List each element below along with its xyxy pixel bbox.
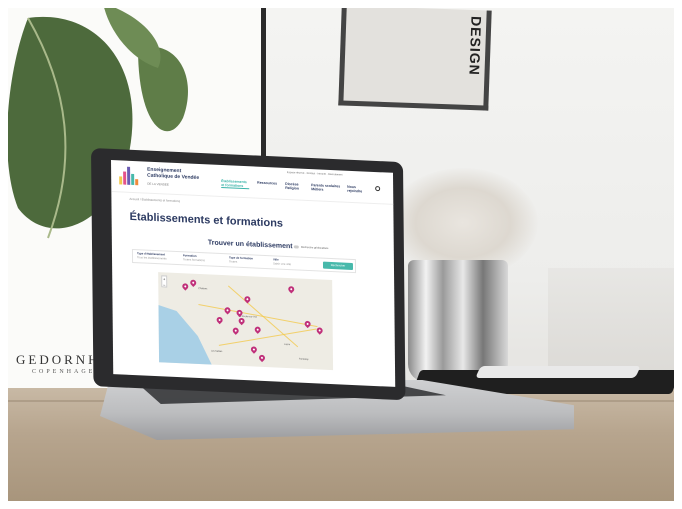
section-title: Trouver un établissement [207,239,293,251]
map-town-label: Luçon [283,343,291,347]
brand-line2: Catholique de Vendée [147,172,200,181]
breadcrumb[interactable]: Accueil / Établissements et formations [129,197,180,203]
map-sea [158,302,219,370]
establishments-map[interactable]: La Roche-sur-Yon Luçon Les Sables Challa… [158,272,334,371]
map-pin-icon[interactable] [231,326,240,335]
search-icon[interactable] [375,186,381,192]
filter-value: Tous les établissements [136,254,167,261]
silver-vase [408,260,508,382]
map-pin-icon[interactable] [181,282,190,291]
map-pin-icon[interactable] [315,326,324,335]
map-pin-icon[interactable] [215,315,224,325]
photo-scene: GEDORNH COPENHAGEN DESIGN Enseignement C… [8,8,674,501]
map-pin-icon[interactable] [243,294,252,304]
site-brand: Enseignement Catholique de Vendée [147,167,200,181]
framed-print: DESIGN [338,8,492,111]
map-pin-icon[interactable] [223,306,232,315]
smartphone [475,366,641,378]
geolocation-toggle[interactable]: Recherche géolocalisée [293,245,329,251]
filter-formation[interactable]: Formation Toutes formations [182,253,206,262]
filter-type-formation[interactable]: Type de formation Toutes [228,255,253,264]
poster-brand-text: GEDORNH [16,352,101,367]
page-title: Établissements et formations [129,210,284,230]
nav-item-ressources[interactable]: Ressources [257,181,279,186]
search-button[interactable]: Rechercher [322,261,354,271]
laptop-screen: Enseignement Catholique de Vendée DE LA … [111,160,396,387]
map-pin-icon[interactable] [188,278,198,287]
filter-ville[interactable]: Ville Saisir une ville [272,257,292,266]
map-road [198,303,318,328]
toggle-switch-icon[interactable] [293,245,299,249]
filter-type-etablissement[interactable]: Type d'établissement Tous les établissem… [136,251,167,261]
nav-item-rejoindre[interactable]: Nous rejoindre [347,185,369,194]
nav-item-etablissements[interactable]: Établissements et formations [221,179,250,190]
map-pin-icon[interactable] [249,345,259,354]
filter-value: Saisir une ville [272,260,292,266]
filter-value: Toutes [228,258,238,264]
map-town-label: Challans [198,287,208,291]
map-pin-icon[interactable] [303,319,312,329]
filter-value: Toutes formations [182,256,206,262]
nav-item-diocese[interactable]: Diocèse Religion [285,182,305,191]
brand-sub: DE LA VENDÉE [147,181,169,187]
framed-print-text: DESIGN [466,15,485,77]
toggle-label: Recherche géolocalisée [300,245,329,251]
map-town-label: Fontenay [298,358,309,361]
top-links[interactable]: Espace réservé · Contact · Intranet · Re… [287,171,342,177]
nav-item-parents[interactable]: Parents scolaires Métiers [311,183,341,192]
zoom-out-button[interactable]: − [162,282,166,288]
map-pin-icon[interactable] [287,284,296,294]
poster-sub-text: COPENHAGEN [32,369,103,375]
search-filters: Type d'établissement Tous les établissem… [131,248,357,274]
map-zoom-control[interactable]: + − [161,275,168,288]
map-pin-icon[interactable] [257,353,267,363]
background-shelf [548,268,674,378]
site-logo-icon[interactable] [119,166,143,186]
map-pin-icon[interactable] [253,325,262,334]
map-town-label: Les Sables [210,350,223,354]
